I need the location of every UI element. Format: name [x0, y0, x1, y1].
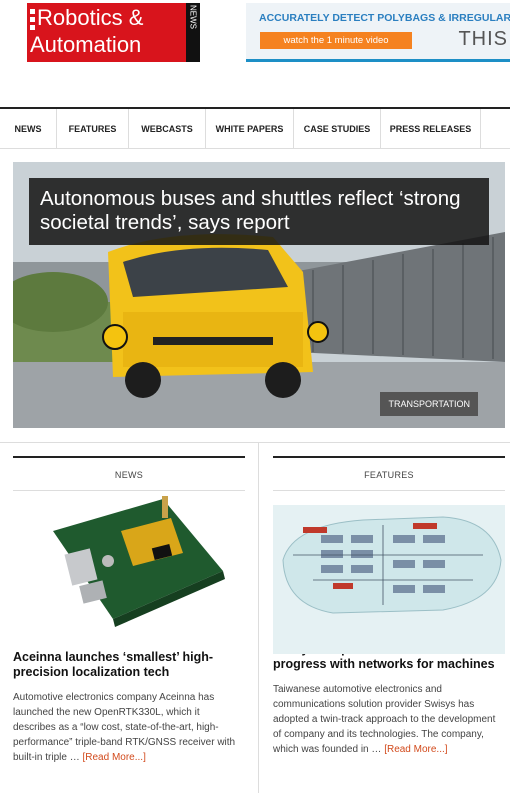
news-article-summary: Automotive electronics company Aceinna h… [13, 692, 236, 763]
news-thumbnail[interactable] [13, 491, 245, 640]
news-article-title[interactable]: Aceinna launches ‘smallest’ high-precisi… [13, 650, 245, 680]
nav-features[interactable]: FEATURES [57, 109, 129, 149]
nav-press-releases[interactable]: PRESS RELEASES [381, 109, 481, 149]
main-navigation: NEWS FEATURES WEBCASTS WHITE PAPERS CASE… [0, 107, 510, 149]
ad-headline: ACCURATELY DETECT POLYBAGS & IRREGULARLY [259, 12, 510, 24]
nav-white-papers[interactable]: WHITE PAPERS [206, 109, 294, 149]
site-logo[interactable]: Robotics & Automation NEWS [27, 3, 200, 62]
nav-webcasts[interactable]: WEBCASTS [129, 109, 206, 149]
features-column: FEATURES Swisys adopts twin-track route … [273, 456, 505, 757]
ad-brand: THIS [458, 28, 508, 50]
logo-line-1: Robotics & [37, 5, 144, 30]
hero-category-badge[interactable]: TRANSPORTATION [380, 392, 478, 416]
logo-line-2: Automation [30, 32, 142, 57]
news-column: NEWS Aceinna launches ‘smallest’ high-pr… [13, 456, 245, 765]
features-thumbnail[interactable] [273, 505, 505, 654]
nav-case-studies[interactable]: CASE STUDIES [294, 109, 381, 149]
news-section-header[interactable]: NEWS [13, 456, 245, 491]
hero-article[interactable]: Autonomous buses and shuttles reflect ‘s… [13, 162, 505, 428]
hero-headline[interactable]: Autonomous buses and shuttles reflect ‘s… [29, 178, 489, 245]
nav-news[interactable]: NEWS [0, 109, 57, 149]
section-divider [0, 442, 510, 443]
news-read-more-link[interactable]: [Read More...] [82, 752, 145, 763]
features-article-summary: Taiwanese automotive electronics and com… [273, 684, 496, 755]
ad-watch-video-button[interactable]: watch the 1 minute video [260, 32, 412, 49]
column-divider [258, 442, 259, 793]
logo-dots [30, 9, 36, 33]
advertisement-banner[interactable]: ACCURATELY DETECT POLYBAGS & IRREGULARLY… [246, 3, 510, 62]
features-read-more-link[interactable]: [Read More...] [384, 744, 447, 755]
logo-news-label: NEWS [186, 3, 200, 62]
features-section-header[interactable]: FEATURES [273, 456, 505, 491]
